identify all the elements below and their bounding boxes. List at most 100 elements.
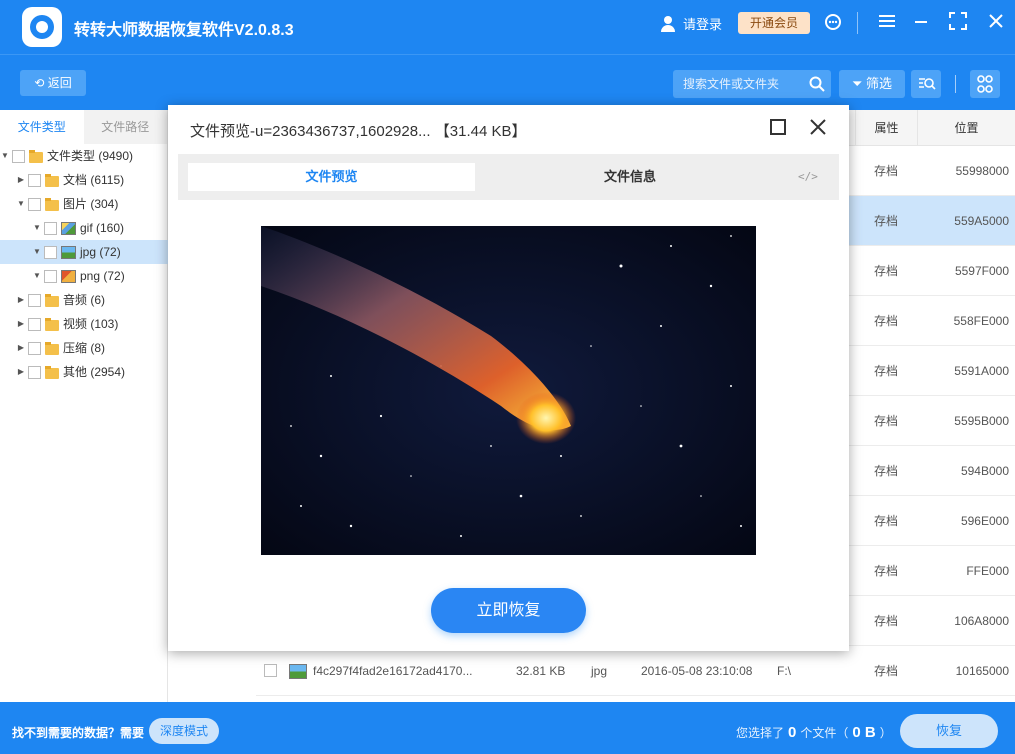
login-label: 请登录 [683, 17, 723, 32]
cell-filename: f4c297f4fad2e16172ad4170... [313, 664, 473, 678]
cell-attr: 存档 [874, 664, 899, 678]
expand-right-icon[interactable]: ▶ [16, 360, 26, 384]
expand-right-icon[interactable]: ▶ [16, 336, 26, 360]
cell-attr: 存档 [874, 364, 899, 378]
tree-checkbox[interactable] [28, 341, 41, 355]
vip-button[interactable]: 开通会员 [738, 12, 810, 34]
tree-label: 图片 (304) [63, 197, 119, 211]
cell-position: FFE000 [966, 564, 1009, 578]
window-close-icon[interactable] [985, 12, 1007, 34]
tab-file-path[interactable]: 文件路径 [83, 110, 167, 144]
minimize-icon[interactable] [910, 12, 932, 34]
tree-checkbox[interactable] [28, 317, 41, 331]
tree-item-images[interactable]: ▼ 图片 (304) [16, 192, 118, 216]
filter-icon: ⏷ [851, 76, 863, 91]
close-icon[interactable] [808, 117, 828, 137]
sel-mid: 个文件（ [800, 726, 849, 740]
cell-position: 594B000 [960, 464, 1009, 478]
expand-down-icon[interactable]: ▼ [16, 192, 26, 216]
tree-item-gif[interactable]: ▼ gif (160) [32, 216, 124, 240]
bottom-hint: 找不到需要的数据？需要 [12, 726, 145, 740]
preview-modal: 文件预览-u=2363436737,1602928... 【31.44 KB】 … [168, 105, 849, 651]
expand-right-icon[interactable]: ▶ [16, 168, 26, 192]
gif-image-icon [61, 221, 76, 235]
tree-label: 压缩 (8) [63, 341, 106, 355]
cell-position: 106A8000 [954, 614, 1009, 628]
toolbar-divider [955, 75, 956, 93]
tree-item-video[interactable]: ▶ 视频 (103) [16, 312, 118, 336]
back-icon: ⟲ [34, 76, 48, 90]
recover-button[interactable]: 恢复 [900, 714, 998, 748]
tree-checkbox[interactable] [44, 245, 57, 259]
customer-service-icon[interactable] [822, 12, 844, 34]
expand-right-icon[interactable]: ▶ [16, 312, 26, 336]
title-bar: 转转大师数据恢复软件V2.0.8.3 请登录 开通会员 [0, 0, 1015, 54]
back-button[interactable]: ⟲ 返回 [20, 70, 86, 96]
tree-checkbox[interactable] [44, 269, 57, 283]
cell-position: 596E000 [960, 514, 1009, 528]
expand-right-icon[interactable]: ▶ [16, 288, 26, 312]
menu-icon[interactable] [876, 12, 898, 34]
tree-item-archive[interactable]: ▶ 压缩 (8) [16, 336, 105, 360]
tree-item-all[interactable]: ▼ 文件类型 (9490) [0, 144, 168, 168]
search-icon[interactable] [809, 76, 825, 92]
tree-label: 文件类型 (9490) [47, 149, 134, 163]
maximize-icon[interactable] [770, 119, 786, 135]
app-logo-icon [22, 7, 62, 47]
tree-label: 音频 (6) [63, 293, 106, 307]
cell-position: 558FE000 [953, 314, 1009, 328]
cell-attr: 存档 [874, 564, 899, 578]
login-button[interactable]: 请登录 [659, 14, 722, 33]
cell-attr: 存档 [874, 464, 899, 478]
table-header-attr[interactable]: 属性 [855, 110, 917, 146]
fullscreen-icon[interactable] [947, 12, 969, 34]
cell-attr: 存档 [874, 214, 899, 228]
expand-down-icon[interactable]: ▼ [0, 144, 10, 168]
tab-file-info[interactable]: 文件信息 [495, 163, 765, 191]
sel-suffix: ） [879, 726, 892, 740]
cell-attr: 存档 [874, 414, 899, 428]
tree-checkbox[interactable] [44, 221, 57, 235]
tree-label: 文档 (6115) [63, 173, 125, 187]
png-image-icon [61, 269, 76, 283]
toolbar: ⟲ 返回 ⏷ 筛选 [0, 54, 1015, 110]
tree-item-audio[interactable]: ▶ 音频 (6) [16, 288, 105, 312]
tree-checkbox[interactable] [12, 149, 25, 163]
jpg-image-icon [61, 245, 76, 259]
tree-item-other[interactable]: ▶ 其他 (2954) [16, 360, 125, 384]
table-row[interactable]: f4c297f4fad2e16172ad4170... 32.81 KB jpg… [256, 646, 1015, 696]
cell-attr: 存档 [874, 314, 899, 328]
list-search-icon [919, 78, 936, 90]
deep-mode-button[interactable]: 深度模式 [149, 718, 219, 744]
row-checkbox[interactable] [264, 664, 277, 677]
tree-item-png[interactable]: ▼ png (72) [32, 264, 125, 288]
expand-down-icon[interactable]: ▼ [32, 240, 42, 264]
table-header-position[interactable]: 位置 [917, 110, 1015, 146]
filter-button[interactable]: ⏷ 筛选 [839, 70, 905, 98]
view-toggle-button[interactable] [970, 70, 1000, 98]
tree-checkbox[interactable] [28, 365, 41, 379]
folder-icon [29, 149, 43, 163]
tab-file-preview[interactable]: 文件预览 [188, 163, 475, 191]
expand-down-icon[interactable]: ▼ [32, 264, 42, 288]
tree-checkbox[interactable] [28, 293, 41, 307]
folder-icon [45, 341, 59, 355]
tab-file-type[interactable]: 文件类型 [0, 110, 84, 144]
bottom-bar: 找不到需要的数据？需要 深度模式 您选择了 0 个文件（ 0 B ） 恢复 [0, 702, 1015, 754]
folder-icon [45, 173, 59, 187]
titlebar-divider [857, 12, 858, 34]
recover-now-button[interactable]: 立即恢复 [431, 588, 586, 633]
search-input[interactable] [683, 75, 803, 93]
app-title: 转转大师数据恢复软件V2.0.8.3 [74, 22, 294, 39]
tree-checkbox[interactable] [28, 173, 41, 187]
cell-position: 55998000 [955, 164, 1009, 178]
cell-path: F:\ [777, 664, 791, 678]
tree-checkbox[interactable] [28, 197, 41, 211]
cell-position: 10165000 [955, 664, 1009, 678]
tree-item-jpg[interactable]: ▼ jpg (72) [0, 240, 168, 264]
expand-down-icon[interactable]: ▼ [32, 216, 42, 240]
code-icon[interactable]: </> [798, 170, 818, 183]
zoom-search-button[interactable] [911, 70, 941, 98]
folder-icon [45, 293, 59, 307]
tree-item-documents[interactable]: ▶ 文档 (6115) [16, 168, 124, 192]
